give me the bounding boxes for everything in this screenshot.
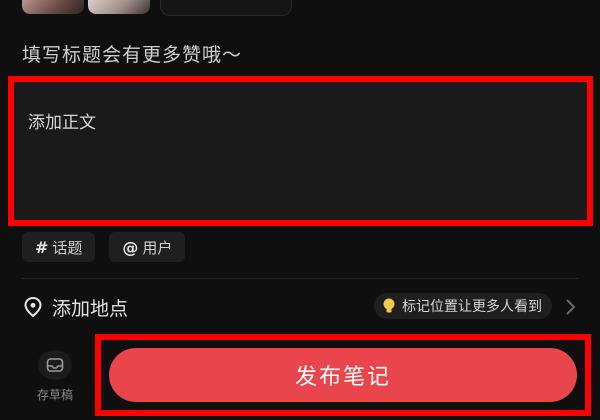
chevron-right-icon [566,299,576,315]
save-draft-button[interactable]: 存草稿 [26,350,84,410]
image-thumbnail[interactable] [88,0,150,14]
image-thumbnail[interactable] [22,0,84,14]
draft-icon-bg [38,350,72,380]
save-draft-label: 存草稿 [36,388,73,402]
divider [22,278,578,279]
tag-row: # 话题 @ 用户 [22,232,186,262]
body-input[interactable]: 添加正文 [8,76,593,226]
add-location-label: 添加地点 [52,298,129,320]
body-placeholder: 添加正文 [28,113,96,133]
publish-note-button[interactable]: 发布笔记 [109,348,577,402]
hashtag-icon: # [35,237,49,257]
at-icon: @ [122,237,139,257]
title-input[interactable]: 填写标题会有更多赞哦～ [22,40,582,70]
location-pin-icon [24,296,42,318]
location-hint-chip[interactable]: 标记位置让更多人看到 [374,293,552,319]
location-hint-text: 标记位置让更多人看到 [402,299,542,315]
publish-highlight-frame: 发布笔记 [95,334,591,416]
note-editor-screen: 填写标题会有更多赞哦～ 添加正文 # 话题 @ 用户 添加地点 标记位置让更多人… [0,0,600,420]
topic-label: 话题 [52,238,83,257]
add-location-row[interactable]: 添加地点 标记位置让更多人看到 [22,289,578,325]
mention-user-button[interactable]: @ 用户 [109,232,186,262]
mention-user-label: 用户 [142,238,173,257]
lightbulb-icon [383,298,395,313]
topic-button[interactable]: # 话题 [22,232,96,262]
add-image-slot[interactable] [160,0,292,16]
draft-box-icon [46,358,64,372]
image-thumbnails [22,0,150,14]
